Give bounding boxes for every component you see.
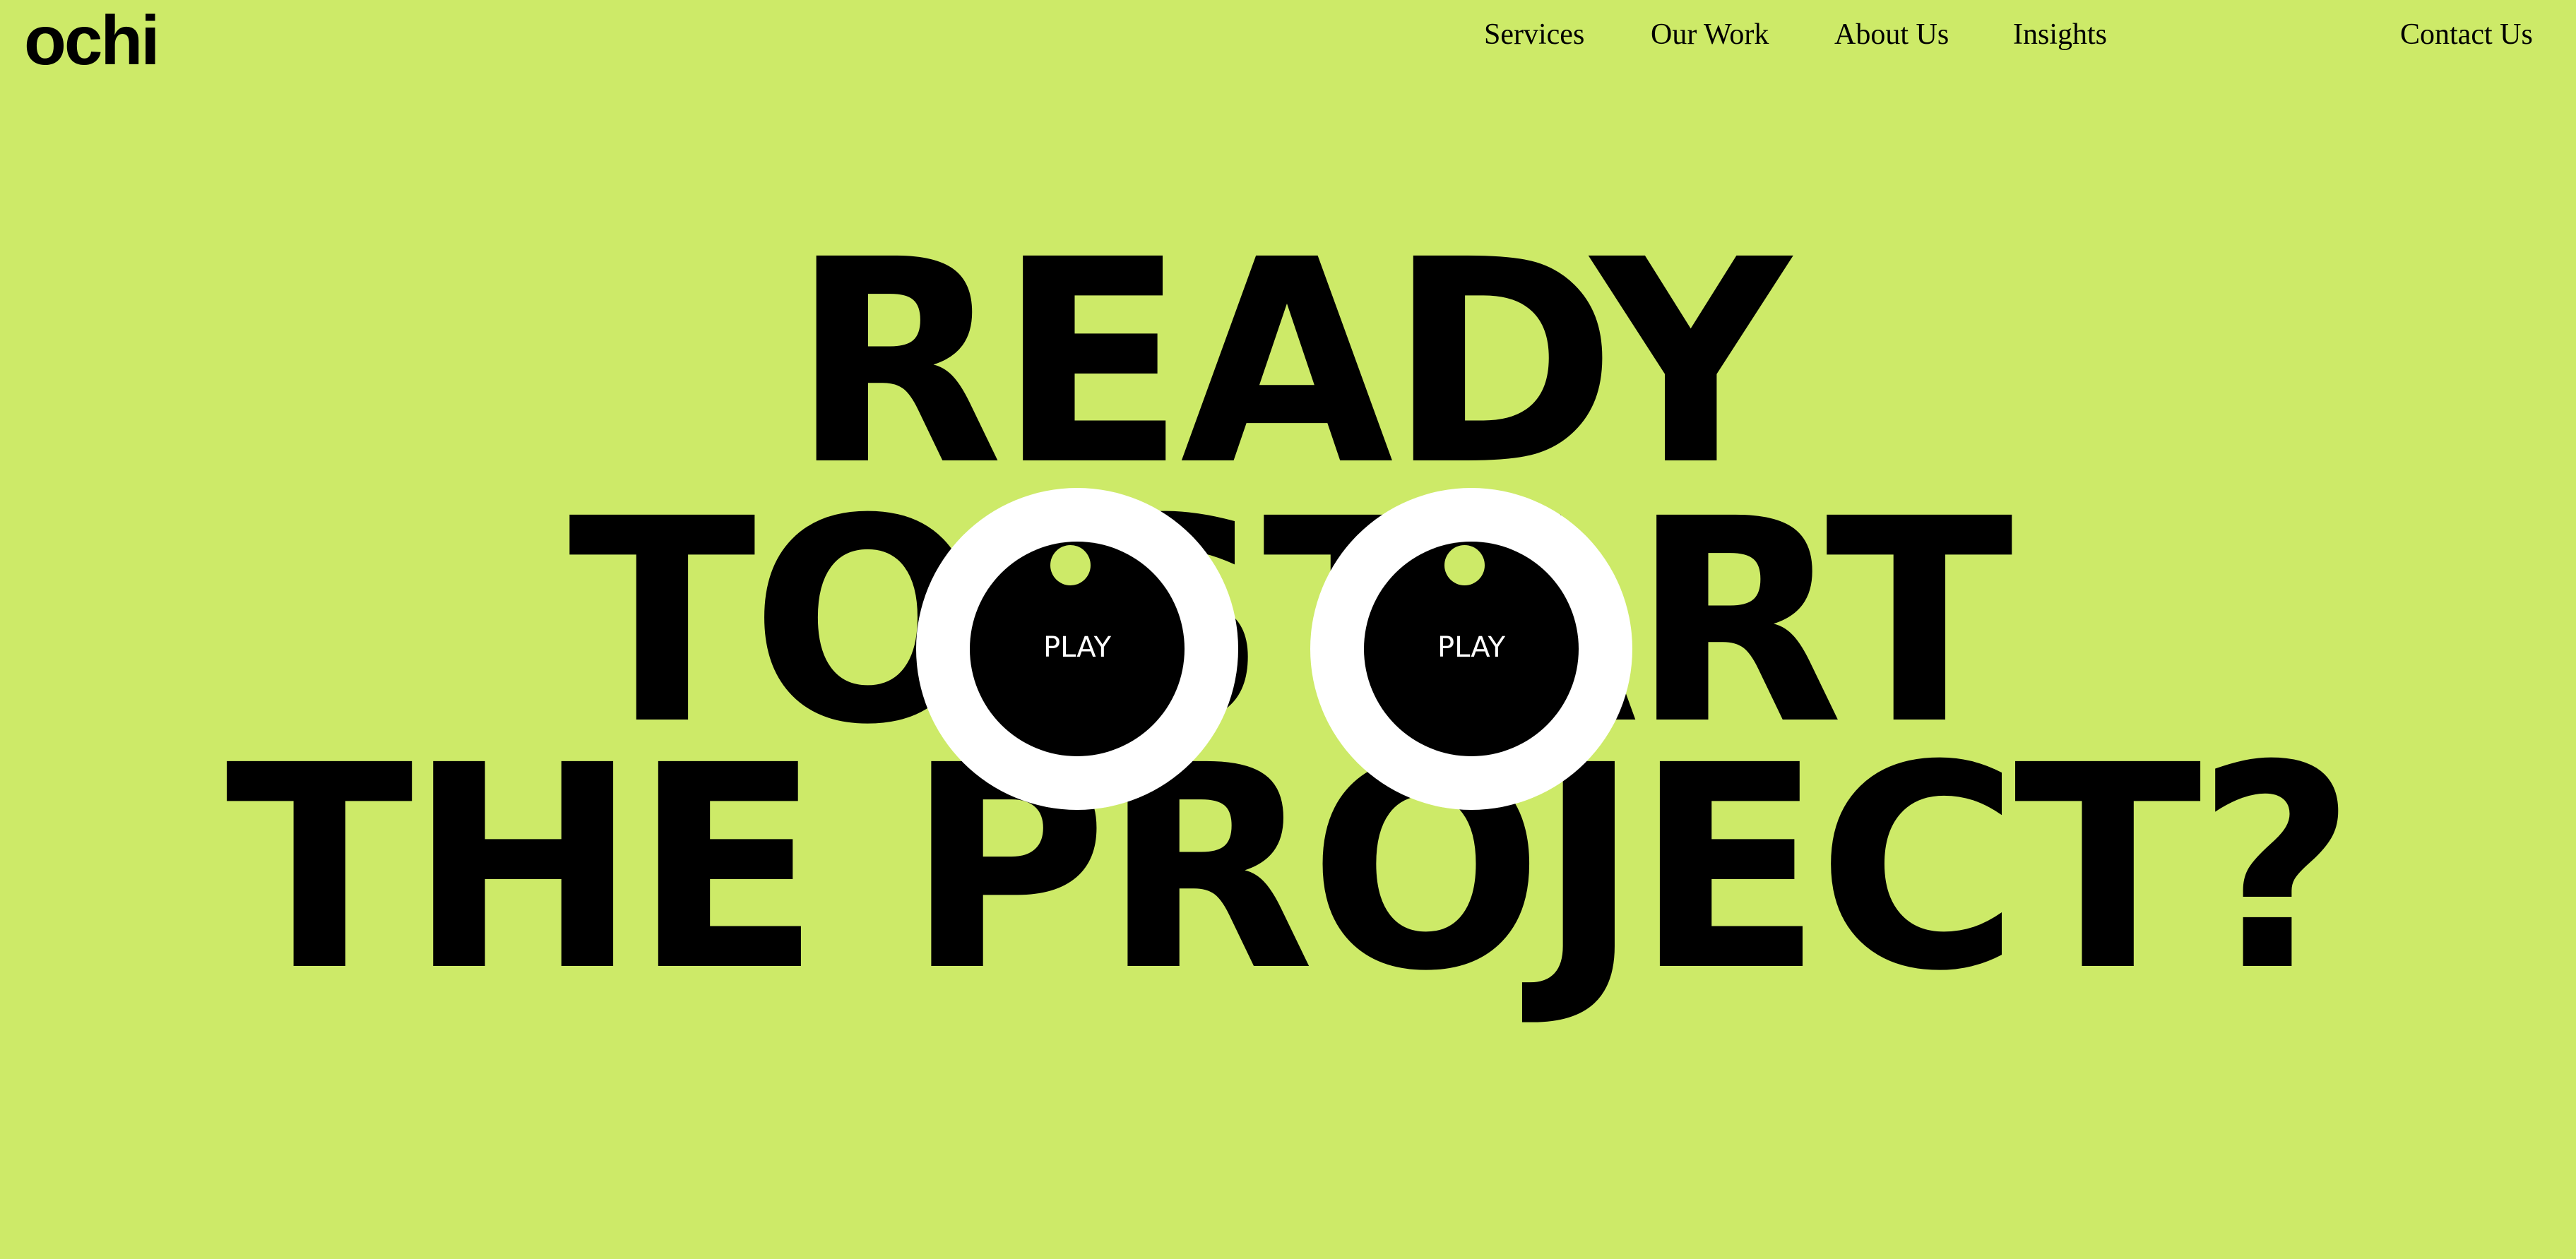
nav-link-our-work[interactable]: Our Work: [1651, 20, 1769, 49]
ochi-logo[interactable]: ochi: [24, 6, 160, 75]
nav-link-about-us[interactable]: About Us: [1834, 20, 1949, 49]
left-eye-play-button[interactable]: PLAY: [916, 488, 1238, 810]
right-pupil-glint: [1444, 545, 1485, 585]
right-eye-play-button[interactable]: PLAY: [1310, 488, 1632, 810]
nav-link-insights[interactable]: Insights: [2013, 20, 2107, 49]
right-pupil: PLAY: [1364, 542, 1579, 756]
nav-link-contact-us[interactable]: Contact Us: [2400, 20, 2533, 49]
left-play-label: PLAY: [1043, 631, 1111, 664]
nav-link-services[interactable]: Services: [1484, 20, 1584, 49]
left-pupil-glint: [1050, 545, 1091, 585]
right-play-label: PLAY: [1437, 631, 1505, 664]
hero-line-3: THE PROJECT?: [225, 705, 2356, 1032]
left-pupil: PLAY: [970, 542, 1185, 756]
top-navigation: ochi Services Our Work About Us Insights…: [0, 0, 2576, 78]
